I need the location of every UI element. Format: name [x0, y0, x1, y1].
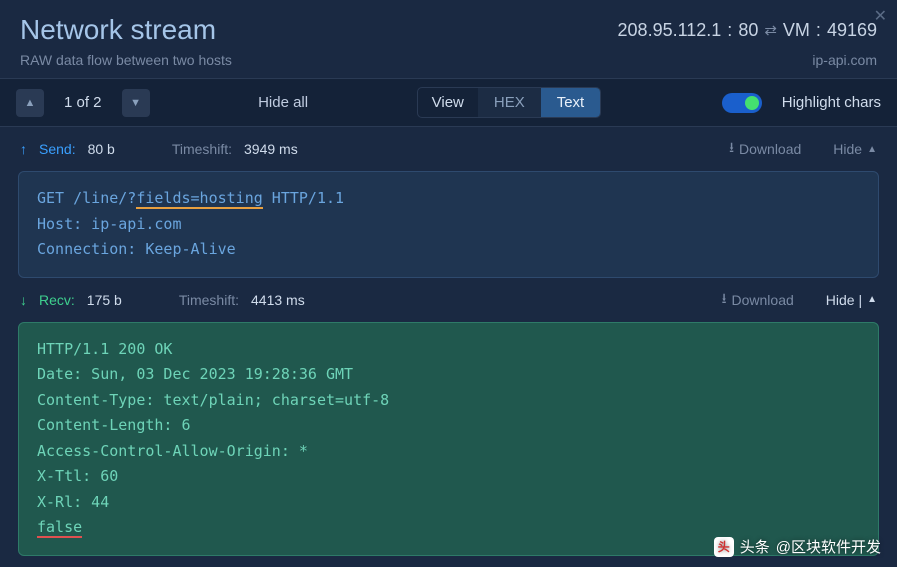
send-header: ↑ Send: 80 b Timeshift: 3949 ms ⭳ Downlo…: [0, 127, 897, 171]
download-icon: ⭳: [722, 288, 727, 312]
remote-ip: 208.95.112.1: [618, 20, 722, 41]
page-indicator: 1 of 2: [54, 94, 112, 111]
recv-header: ↓ Recv: 175 b Timeshift: 4413 ms ⭳ Downl…: [0, 278, 897, 322]
recv-payload: HTTP/1.1 200 OK Date: Sun, 03 Dec 2023 1…: [18, 322, 879, 556]
next-button[interactable]: ▼: [122, 89, 150, 117]
remote-port: 80: [738, 20, 758, 41]
watermark: 头 头条 @区块软件开发: [714, 536, 881, 557]
close-button[interactable]: ✕: [874, 6, 887, 26]
view-label: View: [418, 88, 478, 117]
recv-direction-label: Recv:: [39, 292, 75, 308]
recv-download-button[interactable]: ⭳ Download: [722, 288, 794, 312]
swap-icon: ⇄: [764, 21, 777, 39]
hide-all-button[interactable]: Hide all: [240, 94, 326, 111]
watermark-handle: @区块软件开发: [776, 536, 881, 557]
send-timeshift-label: Timeshift:: [172, 141, 232, 157]
watermark-logo-icon: 头: [714, 537, 734, 557]
send-payload: GET /line/?fields=hosting HTTP/1.1 Host:…: [18, 171, 879, 278]
local-label: VM: [783, 20, 810, 41]
connection-info: 208.95.112.1: 80 ⇄ VM: 49169: [618, 20, 877, 41]
recv-timeshift: 4413 ms: [251, 292, 305, 308]
view-text-button[interactable]: Text: [541, 88, 601, 117]
send-direction-label: Send:: [39, 141, 76, 157]
send-download-button[interactable]: ⭳ Download: [729, 137, 801, 161]
view-mode-group: View HEX Text: [417, 87, 602, 118]
prev-button[interactable]: ▲: [16, 89, 44, 117]
upload-icon: ↑: [20, 141, 27, 157]
download-arrow-icon: ↓: [20, 292, 27, 308]
toolbar: ▲ 1 of 2 ▼ Hide all View HEX Text Highli…: [0, 78, 897, 127]
send-size: 80 b: [88, 141, 115, 157]
download-icon: ⭳: [729, 137, 734, 161]
subtitle: RAW data flow between two hosts: [20, 52, 232, 68]
chevron-up-icon: ▲: [867, 294, 877, 305]
local-port: 49169: [827, 20, 877, 41]
domain-label: ip-api.com: [812, 52, 877, 68]
send-hide-button[interactable]: Hide ▲: [833, 141, 877, 157]
header: Network stream 208.95.112.1: 80 ⇄ VM: 49…: [0, 0, 897, 78]
send-timeshift: 3949 ms: [244, 141, 298, 157]
highlight-toggle[interactable]: [722, 93, 762, 113]
page-title: Network stream: [20, 14, 216, 46]
chevron-up-icon: ▲: [867, 144, 877, 155]
recv-timeshift-label: Timeshift:: [179, 292, 239, 308]
recv-highlight-segment: false: [37, 518, 82, 538]
send-highlight-segment: fields=hosting: [136, 189, 262, 209]
recv-hide-button[interactable]: Hide | ▲: [826, 292, 877, 308]
highlight-label: Highlight chars: [782, 94, 881, 111]
recv-size: 175 b: [87, 292, 122, 308]
watermark-prefix: 头条: [740, 536, 770, 557]
view-hex-button[interactable]: HEX: [478, 88, 541, 117]
